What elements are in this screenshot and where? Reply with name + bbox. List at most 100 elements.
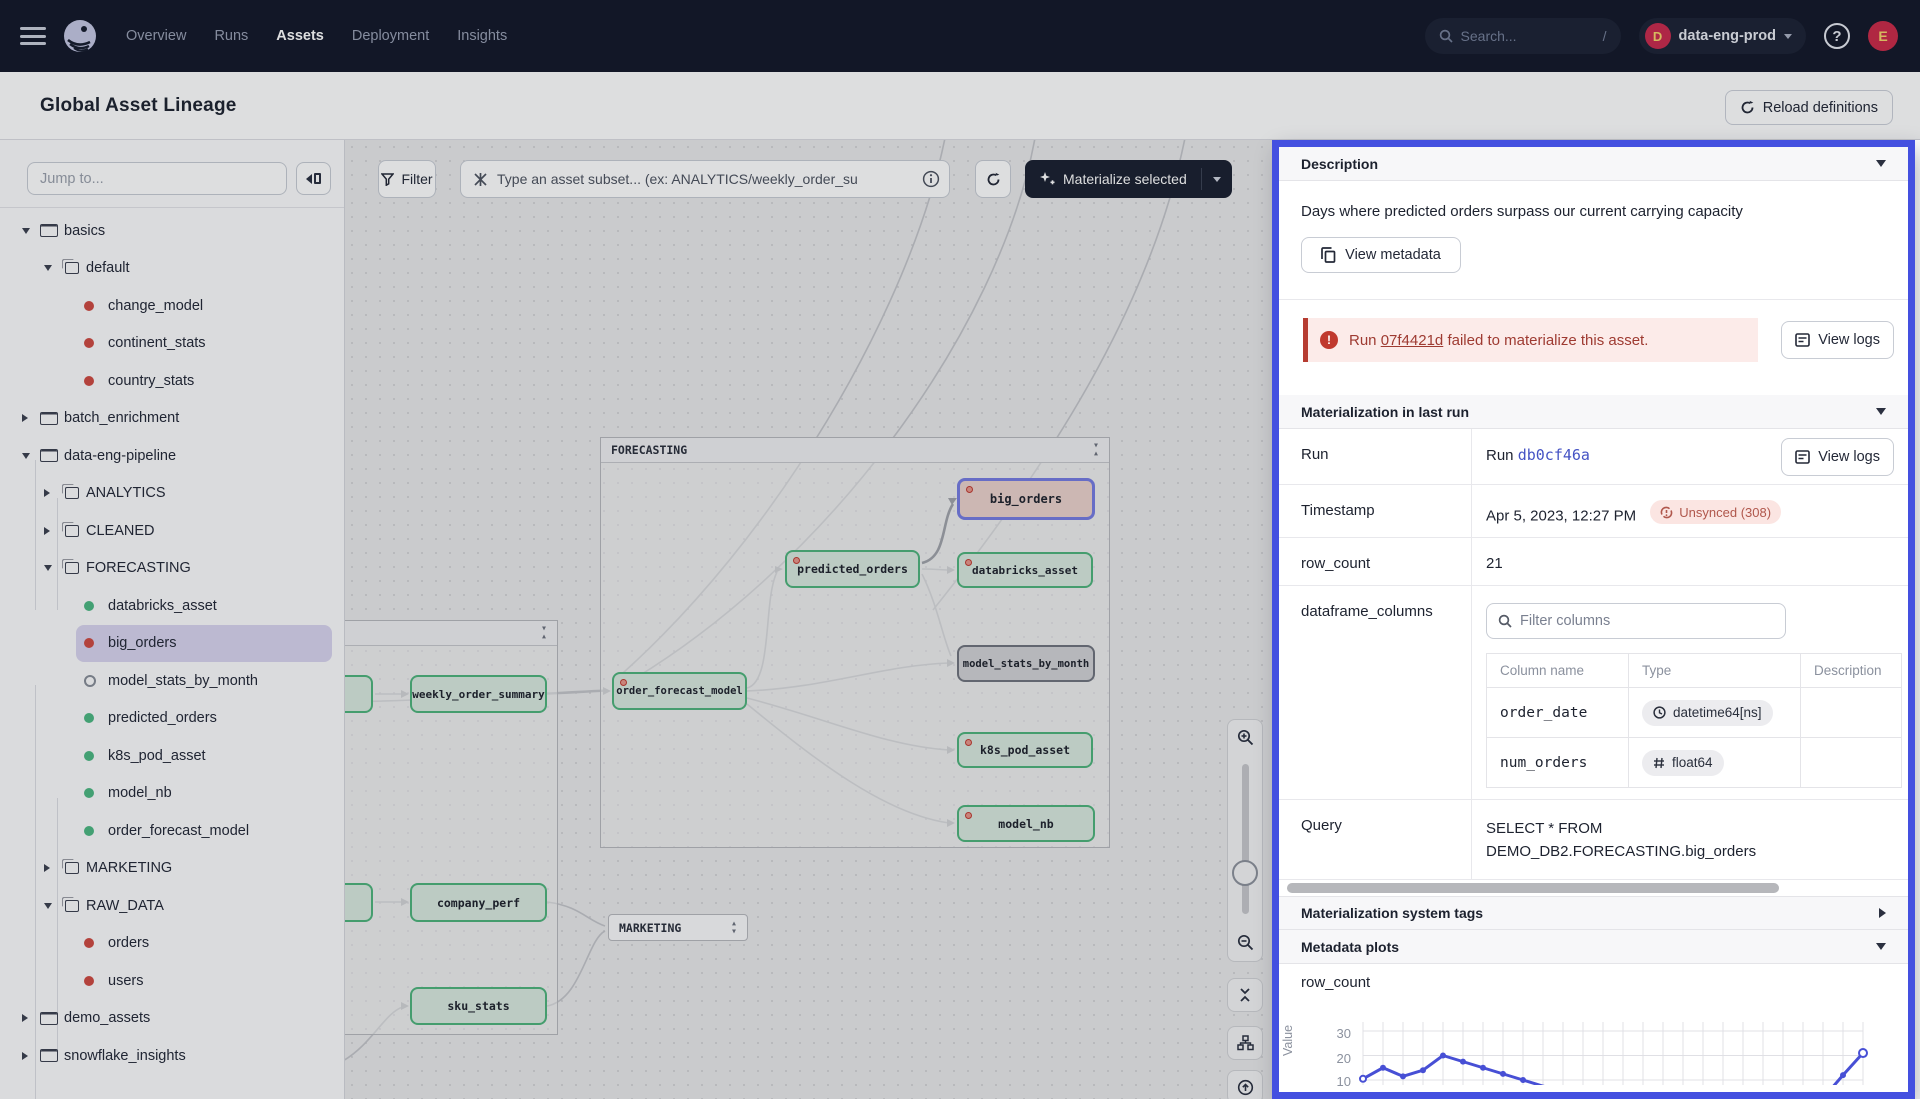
asset-node-weekly_order_summary[interactable]: weekly_order_summary	[410, 675, 547, 713]
reload-definitions-button[interactable]: Reload definitions	[1725, 90, 1893, 125]
horizontal-scrollbar-thumb[interactable]	[1287, 883, 1779, 893]
asset-tree-item[interactable]: k8s_pod_asset	[0, 737, 345, 775]
tree-item-icon	[84, 751, 108, 761]
refresh-graph-button[interactable]	[975, 160, 1011, 198]
asset-tree-item[interactable]: batch_enrichment	[0, 400, 345, 438]
last-run-section-header[interactable]: Materialization in last run	[1279, 395, 1908, 429]
asset-tree-item[interactable]: basics	[0, 212, 345, 250]
nav-item[interactable]: Runs	[214, 28, 248, 44]
system-tags-section-header[interactable]: Materialization system tags	[1279, 896, 1908, 930]
view-metadata-button[interactable]: View metadata	[1301, 237, 1461, 273]
collapse-group-icon[interactable]: ▾▴	[1093, 442, 1099, 458]
forecasting-group-header[interactable]: FORECASTING ▾▴	[601, 438, 1109, 463]
view-logs-button[interactable]: View logs	[1781, 321, 1894, 359]
tree-item-label: batch_enrichment	[64, 410, 179, 426]
asset-node-databricks_asset[interactable]: databricks_asset	[957, 552, 1093, 588]
caret-icon[interactable]	[44, 565, 62, 571]
asset-tree-item[interactable]: orders	[0, 925, 345, 963]
menu-icon[interactable]	[20, 27, 46, 45]
caret-icon[interactable]	[44, 265, 62, 271]
asset-tree-item[interactable]: CLEANED	[0, 512, 345, 550]
asset-tree-item[interactable]: FORECASTING	[0, 550, 345, 588]
zoom-slider-track[interactable]	[1242, 764, 1249, 914]
nav-item[interactable]: Deployment	[352, 28, 429, 44]
filter-button[interactable]: Filter	[378, 160, 436, 198]
info-icon[interactable]	[922, 170, 940, 188]
page-header: Global Asset Lineage Reload definitions	[0, 72, 1920, 140]
asset-tree-item[interactable]: snowflake_insights	[0, 1037, 345, 1075]
nav-item[interactable]: Overview	[126, 28, 186, 44]
asset-node-company_perf[interactable]: company_perf	[410, 883, 547, 922]
asset-subset-input[interactable]: Type an asset subset... (ex: ANALYTICS/w…	[460, 160, 950, 198]
nav-item[interactable]: Insights	[457, 28, 507, 44]
asset-node-partial[interactable]	[345, 675, 373, 713]
materialize-selected-button[interactable]: Materialize selected	[1025, 160, 1232, 198]
asset-node-model_nb[interactable]: model_nb	[957, 805, 1095, 842]
asset-tree-item[interactable]: users	[0, 962, 345, 1000]
asset-tree-item[interactable]: demo_assets	[0, 1000, 345, 1038]
caret-icon[interactable]	[22, 1052, 40, 1060]
y-axis-label: Value	[1281, 1025, 1295, 1056]
asset-node-sku_stats[interactable]: sku_stats	[410, 987, 547, 1025]
collapse-group-icon[interactable]: ▾▴	[541, 625, 547, 641]
failed-dot-icon	[620, 679, 627, 686]
deployment-switcher[interactable]: D data-eng-prod	[1639, 18, 1806, 54]
caret-icon[interactable]	[22, 414, 40, 422]
asset-node-big_orders[interactable]: big_orders	[957, 478, 1095, 520]
asset-node-order_forecast_model[interactable]: order_forecast_model	[612, 672, 747, 710]
nav-item[interactable]: Assets	[276, 28, 324, 44]
failed-run-link[interactable]: 07f4421d	[1381, 332, 1444, 349]
caret-icon[interactable]	[44, 903, 62, 909]
avatar[interactable]: E	[1868, 21, 1898, 51]
row-count-line-chart[interactable]	[1357, 1006, 1872, 1085]
search-input[interactable]: Search... /	[1425, 18, 1621, 54]
zoom-out-button[interactable]	[1228, 925, 1262, 959]
asset-node-k8s_pod_asset[interactable]: k8s_pod_asset	[957, 732, 1093, 768]
run-id-link[interactable]: db0cf46a	[1518, 446, 1590, 464]
asset-tree-item[interactable]: default	[0, 250, 345, 288]
unsynced-badge[interactable]: Unsynced (308)	[1650, 500, 1781, 524]
caret-icon[interactable]	[44, 527, 62, 535]
jump-to-input[interactable]: Jump to...	[27, 162, 287, 195]
asset-tree-item[interactable]: RAW_DATA	[0, 887, 345, 925]
materialize-options-dropdown[interactable]	[1202, 177, 1232, 182]
caret-icon[interactable]	[22, 1014, 40, 1022]
asset-tree-item[interactable]: model_nb	[0, 775, 345, 813]
asset-tree-item[interactable]: MARKETING	[0, 850, 345, 888]
asset-tree-item[interactable]: model_stats_by_month	[0, 662, 345, 700]
collapse-all-button[interactable]	[1227, 978, 1263, 1012]
caret-icon[interactable]	[22, 228, 40, 234]
asset-tree-item[interactable]: data-eng-pipeline	[0, 437, 345, 475]
caret-icon[interactable]	[22, 453, 40, 459]
description-section-header[interactable]: Description	[1279, 147, 1908, 181]
asset-tree-item[interactable]: ANALYTICS	[0, 475, 345, 513]
asset-tree-item[interactable]: change_model	[0, 287, 345, 325]
asset-tree-item[interactable]: big_orders	[76, 625, 332, 663]
caret-icon[interactable]	[44, 489, 62, 497]
help-icon[interactable]: ?	[1824, 23, 1850, 49]
tree-item-icon	[84, 976, 108, 986]
analytics-group-header[interactable]: ▾▴	[345, 621, 557, 646]
dagster-logo-icon[interactable]	[62, 18, 98, 54]
metadata-plots-section-header[interactable]: Metadata plots	[1279, 930, 1908, 964]
asset-tree-item[interactable]: databricks_asset	[0, 587, 345, 625]
asset-tree-item[interactable]: predicted_orders	[0, 700, 345, 738]
filter-columns-input[interactable]: Filter columns	[1486, 603, 1786, 639]
asset-tree-item[interactable]: country_stats	[0, 362, 345, 400]
relayout-graph-button[interactable]	[1227, 1026, 1263, 1060]
jump-to-placeholder: Jump to...	[40, 171, 104, 187]
lineage-canvas[interactable]: ▾▴ FORECASTING ▾▴ MARKETING ▴▾ weekly_or…	[345, 140, 1272, 1099]
asset-tree-item[interactable]: continent_stats	[0, 325, 345, 363]
zoom-in-button[interactable]	[1228, 720, 1262, 754]
recenter-button[interactable]	[1227, 1070, 1263, 1099]
asset-tree-item[interactable]: order_forecast_model	[0, 812, 345, 850]
asset-node-model_stats_by_month[interactable]: model_stats_by_month	[957, 645, 1095, 682]
asset-node-partial[interactable]	[345, 883, 373, 922]
view-logs-button[interactable]: View logs	[1781, 438, 1894, 476]
asset-node-predicted_orders[interactable]: predicted_orders	[785, 550, 920, 588]
zoom-slider-handle[interactable]	[1232, 860, 1258, 886]
caret-icon[interactable]	[44, 864, 62, 872]
collapse-sidebar-button[interactable]	[296, 162, 331, 195]
marketing-group-collapsed[interactable]: MARKETING ▴▾	[608, 914, 748, 941]
expand-group-icon[interactable]: ▴▾	[731, 920, 737, 936]
